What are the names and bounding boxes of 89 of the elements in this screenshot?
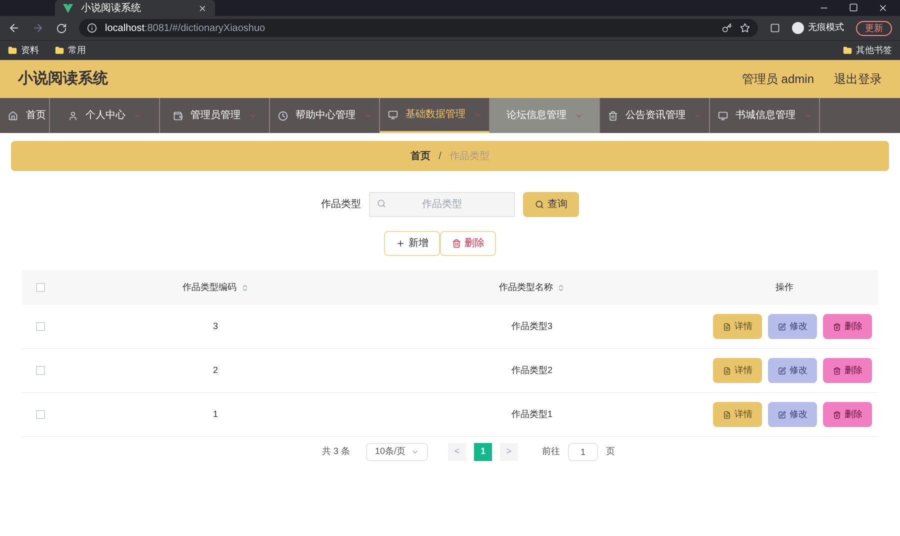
logout-link[interactable]: 退出登录 — [834, 70, 882, 88]
detail-button[interactable]: 详情 — [713, 358, 762, 383]
monitor-icon — [718, 110, 728, 120]
caret-icon — [411, 448, 420, 456]
trash-icon — [832, 410, 840, 418]
total-count: 共 3 条 — [322, 445, 350, 458]
close-icon[interactable] — [198, 4, 207, 12]
edit-button[interactable]: 修改 — [768, 314, 817, 339]
delete-button[interactable]: 删除 — [440, 231, 496, 256]
sidebar-icon[interactable] — [770, 23, 780, 33]
update-button[interactable]: 更新 — [856, 20, 892, 36]
goto-label: 前往 — [542, 445, 560, 458]
delete-button[interactable]: 删除 — [823, 358, 872, 383]
nav-item[interactable]: 公告资讯管理 — [600, 98, 710, 133]
breadcrumb-current: 作品类型 — [449, 150, 490, 164]
folder-icon[interactable] — [55, 46, 64, 55]
home-icon — [8, 110, 18, 120]
search-field[interactable]: 作品类型 — [369, 192, 515, 217]
row-checkbox[interactable] — [36, 366, 44, 375]
trash-icon — [452, 239, 460, 248]
nav-item[interactable]: 个人中心 — [50, 98, 160, 133]
trash-icon — [608, 110, 618, 120]
search-icon — [534, 200, 544, 208]
star-icon[interactable] — [740, 23, 750, 33]
table-cell-text: 3 — [212, 320, 218, 333]
page-unit-label: 页 — [606, 445, 616, 458]
profile-label: 无痕模式 — [808, 21, 844, 34]
nav-item[interactable]: 管理员管理 — [160, 98, 270, 133]
edit-button[interactable]: 修改 — [768, 358, 817, 383]
breadcrumb-separator: / — [438, 150, 442, 164]
delete-button[interactable]: 删除 — [823, 402, 872, 427]
column-header[interactable]: 作品类型编码 — [182, 280, 248, 294]
table-cell-text: 作品类型1 — [511, 408, 552, 421]
detail-button[interactable]: 详情 — [713, 314, 762, 339]
reload-icon[interactable] — [56, 22, 67, 34]
tab-title: 小说阅读系统 — [81, 2, 141, 16]
info-icon — [87, 23, 97, 33]
clock-icon — [278, 110, 288, 120]
search-button[interactable]: 查询 — [523, 192, 579, 216]
page-input[interactable]: 1 — [568, 443, 598, 461]
breadcrumb-home[interactable]: 首页 — [410, 148, 431, 164]
user-icon — [68, 110, 78, 120]
table-cell-text: 2 — [212, 364, 218, 377]
column-header[interactable]: 作品类型名称 — [499, 280, 565, 294]
close-icon[interactable] — [878, 3, 888, 13]
column-header: 操作 — [776, 280, 794, 294]
maximize-icon[interactable] — [849, 3, 858, 12]
wallet-icon — [172, 110, 182, 120]
trash-icon — [832, 322, 840, 330]
edit-icon — [778, 366, 786, 374]
table-cell-text: 1 — [212, 408, 218, 421]
table-cell-text: 作品类型2 — [511, 364, 552, 377]
detail-button[interactable]: 详情 — [713, 402, 762, 427]
page-size-select[interactable]: 10条/页 — [366, 443, 428, 461]
bookmark[interactable]: 其他书签 — [856, 44, 892, 58]
forward-icon[interactable] — [32, 22, 44, 34]
edit-icon — [778, 410, 786, 418]
table-cell-text: 作品类型3 — [511, 320, 552, 333]
nav-item[interactable]: 首页 — [0, 98, 50, 133]
bookmark[interactable]: 常用 — [68, 44, 86, 58]
plus-icon — [396, 239, 404, 248]
search-icon — [377, 199, 386, 208]
select-all-checkbox[interactable] — [36, 283, 44, 292]
logo-icon — [63, 4, 73, 12]
nav-item[interactable]: 帮助中心管理 — [270, 98, 380, 133]
edit-icon — [778, 322, 786, 330]
folder-icon[interactable] — [843, 46, 852, 55]
monitor-icon — [388, 110, 398, 120]
add-button[interactable]: 新增 — [384, 231, 440, 256]
delete-button[interactable]: 删除 — [823, 314, 872, 339]
address-bar[interactable]: localhost:8081/#/dictionaryXiaoshuo — [79, 19, 758, 37]
edit-button[interactable]: 修改 — [768, 402, 817, 427]
user-label: 管理员 admin — [742, 71, 814, 88]
folder-icon[interactable] — [8, 46, 17, 55]
url-text: localhost:8081/#/dictionaryXiaoshuo — [105, 22, 266, 36]
back-icon[interactable] — [8, 22, 20, 34]
bookmark[interactable]: 资料 — [21, 44, 39, 58]
app-title: 小说阅读系统 — [18, 68, 108, 89]
row-checkbox[interactable] — [36, 410, 44, 419]
document-icon — [722, 410, 730, 418]
incognito-icon — [792, 22, 804, 34]
nav-item[interactable]: 书城信息管理 — [710, 98, 820, 133]
browser-tab[interactable]: 小说阅读系统 — [55, 0, 215, 16]
search-label: 作品类型 — [321, 198, 361, 212]
row-checkbox[interactable] — [36, 322, 44, 331]
document-icon — [722, 366, 730, 374]
key-icon[interactable] — [722, 23, 732, 33]
document-icon — [722, 322, 730, 330]
trash-icon — [832, 366, 840, 374]
